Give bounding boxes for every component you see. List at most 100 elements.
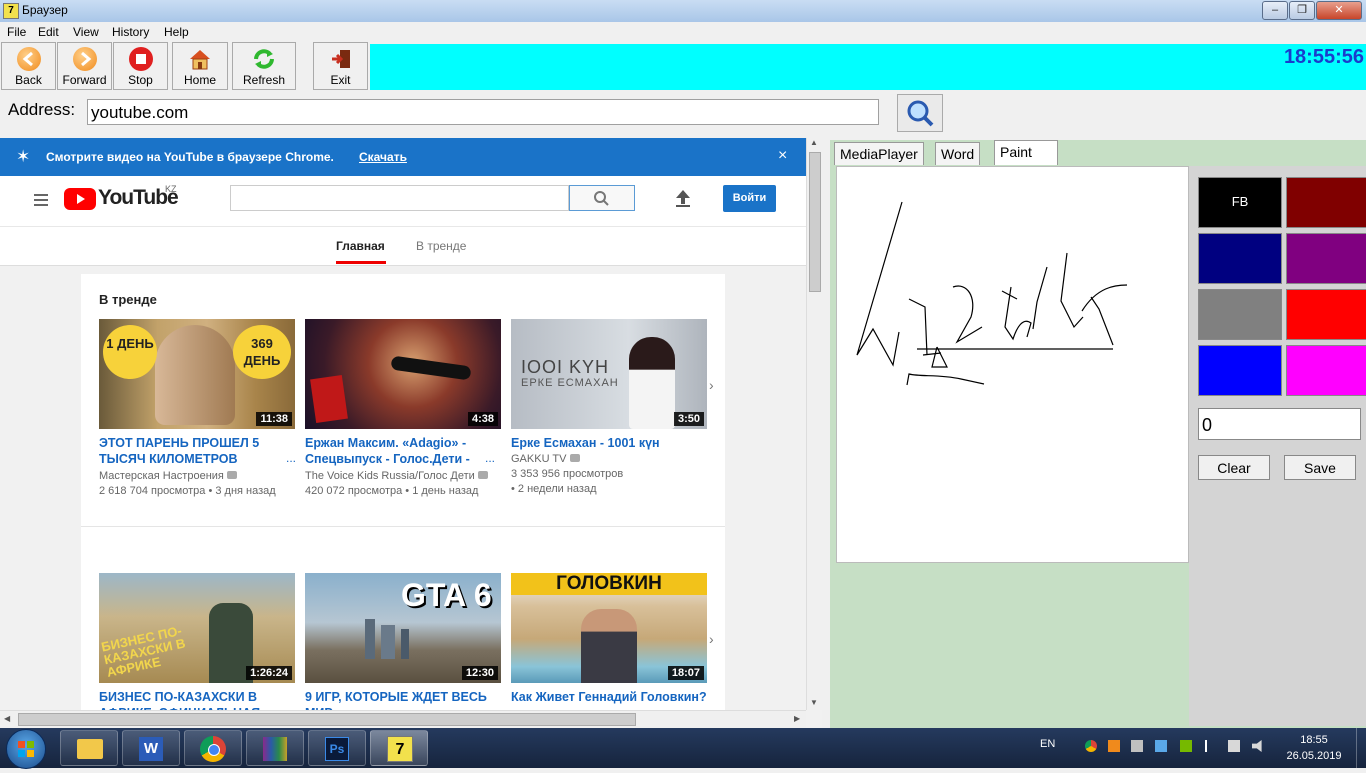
clear-button[interactable]: Clear (1198, 455, 1270, 480)
video-title-more: ... (286, 451, 297, 465)
address-label: Address: (8, 100, 76, 119)
tray-clock[interactable]: 18:55 26.05.2019 (1282, 732, 1346, 764)
youtube-logo-icon[interactable] (64, 188, 96, 210)
duration-badge: 12:30 (461, 666, 498, 680)
taskbar-browser-app[interactable]: 7 (370, 730, 428, 766)
video-thumbnail[interactable]: 4:38 (305, 319, 501, 429)
go-button[interactable] (897, 94, 943, 132)
browser-viewport: ✶ Смотрите видео на YouTube в браузере C… (0, 138, 822, 728)
tray-network-icon[interactable] (1131, 740, 1143, 752)
thickness-input[interactable]: 0 (1198, 408, 1361, 440)
stop-icon (128, 47, 153, 71)
tray-chrome-icon[interactable] (1085, 740, 1097, 752)
tray-flag-icon[interactable] (1205, 740, 1217, 752)
refresh-button[interactable]: Refresh (232, 42, 296, 90)
menu-view[interactable]: View (73, 25, 99, 39)
duration-badge: 3:50 (673, 412, 704, 426)
upload-icon[interactable] (674, 188, 692, 213)
address-input[interactable]: youtube.com (87, 99, 879, 125)
back-button[interactable]: Back (1, 42, 56, 90)
shelf-next-chevron-icon[interactable]: › (709, 631, 714, 647)
menu-edit[interactable]: Edit (38, 25, 59, 39)
video-views: 3 353 956 просмотров (511, 468, 624, 480)
tray-dropbox-icon[interactable] (1155, 740, 1167, 752)
taskbar-explorer[interactable] (60, 730, 118, 766)
taskbar-chrome[interactable] (184, 730, 242, 766)
tab-trending[interactable]: В тренде (416, 239, 466, 253)
menu-history[interactable]: History (112, 25, 149, 39)
clock-display: 18:55:56 (1283, 46, 1364, 68)
minimize-button[interactable]: – (1262, 1, 1288, 20)
video-title[interactable]: ЭТОТ ПАРЕНЬ ПРОШЕЛ 5 ТЫСЯЧ КИЛОМЕТРОВ (99, 435, 295, 467)
color-swatch[interactable] (1198, 345, 1282, 396)
tab-word[interactable]: Word (935, 142, 981, 165)
color-swatch[interactable] (1198, 289, 1282, 340)
vertical-scroll-thumb[interactable] (809, 152, 821, 292)
photoshop-icon: Ps (325, 737, 349, 761)
winrar-icon (263, 737, 287, 761)
signin-button[interactable]: Войти (723, 185, 776, 212)
tray-app-icon[interactable] (1108, 740, 1120, 752)
browser-vertical-scrollbar[interactable]: ▲ ▼ (806, 138, 822, 710)
video-thumbnail[interactable]: БИЗНЕС ПО-КАЗАХСКИ В АФРИКЕ 1:26:24 (99, 573, 295, 683)
video-thumbnail[interactable]: 1 ДЕНЬ 369 ДЕНЬ 11:38 (99, 319, 295, 429)
taskbar-word[interactable]: W (122, 730, 180, 766)
save-button[interactable]: Save (1284, 455, 1356, 480)
banner-close-button[interactable]: × (778, 147, 787, 165)
channel-name[interactable]: GAKKU TV (511, 453, 580, 465)
video-title[interactable]: Ержан Максим. «Adagio» - Спецвыпуск - Го… (305, 435, 501, 467)
tab-home[interactable]: Главная (336, 239, 385, 253)
video-title[interactable]: Ерке Есмахан - 1001 күн (511, 435, 707, 451)
home-button[interactable]: Home (172, 42, 228, 90)
banner-text: Смотрите видео на YouTube в браузере Chr… (46, 150, 334, 164)
video-title-more: ... (485, 451, 496, 465)
verified-icon (477, 471, 488, 479)
verified-icon (226, 471, 237, 479)
youtube-header: YouTube KZ Войти (0, 176, 806, 226)
app-icon: 7 (3, 3, 19, 19)
tray-volume-icon[interactable] (1252, 740, 1262, 752)
stop-button[interactable]: Stop (113, 42, 168, 90)
horizontal-scroll-thumb[interactable] (18, 713, 636, 726)
back-arrow-icon (16, 47, 41, 71)
exit-button[interactable]: Exit (313, 42, 368, 90)
video-thumbnail[interactable]: ГОЛОВКИН 18:07 (511, 573, 707, 683)
start-button[interactable] (6, 729, 46, 769)
maximize-button[interactable]: ❐ (1289, 1, 1315, 20)
duration-badge: 11:38 (256, 412, 292, 426)
youtube-search-input[interactable] (230, 185, 569, 211)
youtube-search-button[interactable] (569, 185, 635, 211)
tray-nvidia-icon[interactable] (1180, 740, 1192, 752)
menu-help[interactable]: Help (164, 25, 189, 39)
tab-paint[interactable]: Paint (994, 140, 1058, 165)
channel-name[interactable]: Мастерская Настроения (99, 470, 237, 482)
color-swatch[interactable] (1286, 345, 1366, 396)
video-thumbnail[interactable]: GTA 6 12:30 (305, 573, 501, 683)
show-desktop-button[interactable] (1356, 728, 1366, 768)
menu-file[interactable]: File (7, 25, 26, 39)
color-swatch[interactable]: FB (1198, 177, 1282, 228)
banner-download-link[interactable]: Скачать (359, 150, 407, 164)
language-indicator[interactable]: EN (1040, 738, 1055, 750)
hamburger-icon[interactable] (34, 194, 48, 206)
forward-button[interactable]: Forward (57, 42, 112, 90)
color-swatch[interactable] (1286, 233, 1366, 284)
tab-mediaplayer[interactable]: MediaPlayer (834, 142, 924, 165)
taskbar-photoshop[interactable]: Ps (308, 730, 366, 766)
color-swatch[interactable] (1286, 289, 1366, 340)
close-button[interactable]: ✕ (1316, 1, 1362, 20)
exit-door-icon (329, 47, 353, 71)
video-title[interactable]: Как Живет Геннадий Головкин? (511, 689, 707, 705)
tray-device-icon[interactable] (1228, 740, 1240, 752)
color-swatch[interactable] (1286, 177, 1366, 228)
color-swatch[interactable] (1198, 233, 1282, 284)
paint-canvas[interactable] (836, 166, 1189, 563)
video-thumbnail[interactable]: IOOI KYH ЕРКЕ ЕСМАХАН 3:50 (511, 319, 707, 429)
video-age: • 2 недели назад (511, 483, 597, 495)
channel-name[interactable]: The Voice Kids Russia/Голос Дети (305, 470, 488, 482)
search-icon (594, 191, 609, 206)
shelf-next-chevron-icon[interactable]: › (709, 377, 714, 393)
browser-horizontal-scrollbar[interactable]: ◀ ▶ (0, 710, 806, 728)
explorer-icon (77, 739, 103, 759)
taskbar-winrar[interactable] (246, 730, 304, 766)
